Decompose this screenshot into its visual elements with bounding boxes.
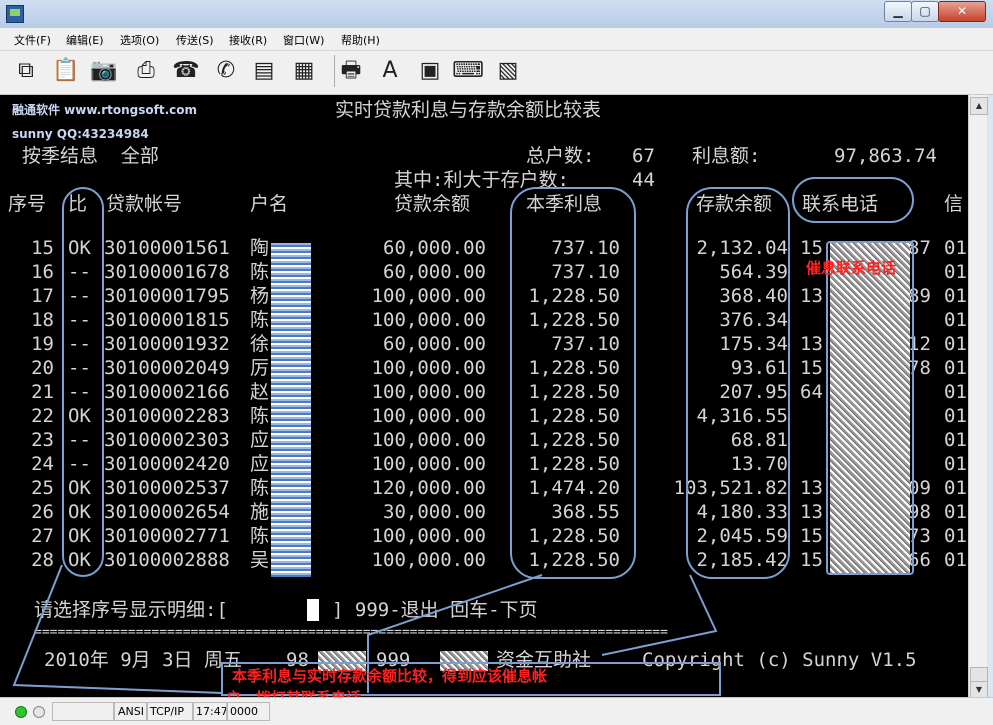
phone-connect-icon[interactable]: ☎	[170, 55, 202, 87]
keyboard-icon[interactable]: ⌨	[452, 55, 484, 87]
idle-led-icon	[33, 706, 45, 718]
menu-send[interactable]: 传送(S)	[176, 32, 214, 48]
arrow-deposit	[601, 574, 718, 656]
status-bar: ANSI TCP/IP 17:47 0000	[0, 697, 993, 725]
scroll-up-arrow[interactable]: ▲	[970, 97, 988, 115]
send-file-icon[interactable]: ▦	[288, 55, 320, 87]
minimize-button[interactable]: ▁	[884, 1, 912, 22]
title-bar[interactable]: ▁ ▢ ✕	[0, 0, 993, 28]
status-encoding: ANSI	[114, 702, 148, 721]
connected-led-icon	[15, 706, 27, 718]
font-icon[interactable]: A	[374, 55, 406, 87]
printer-icon[interactable]: ⎙	[130, 55, 162, 87]
menu-options[interactable]: 选项(O)	[120, 32, 159, 48]
terminal-screen[interactable]: 融通软件 www.rtongsoft.com sunny QQ:43234984…	[0, 95, 968, 697]
receive-file-icon[interactable]: ▤	[248, 55, 280, 87]
status-protocol: TCP/IP	[146, 702, 194, 721]
menu-help[interactable]: 帮助(H)	[341, 32, 380, 48]
terminal-app-icon[interactable]	[6, 5, 24, 23]
status-time: 17:47	[192, 702, 228, 721]
paste-icon[interactable]: 📋	[50, 55, 82, 87]
menu-bar: 文件(F) 编辑(E) 选项(O) 传送(S) 接收(R) 窗口(W) 帮助(H…	[0, 28, 993, 51]
menu-window[interactable]: 窗口(W)	[283, 32, 324, 48]
vertical-scrollbar[interactable]: ▲ ▼	[968, 95, 988, 699]
close-button[interactable]: ✕	[938, 1, 986, 22]
arrow-cmp	[12, 564, 223, 694]
copy-icon[interactable]: ⧉	[10, 55, 42, 87]
menu-file[interactable]: 文件(F)	[14, 32, 51, 48]
status-extra: 0000	[226, 702, 270, 721]
camera-icon[interactable]: 📷	[88, 55, 120, 87]
callout-note-2: 户，拨打其联系电话。	[226, 687, 376, 697]
callout-phone: 催息联系电话	[806, 259, 897, 277]
callout-note-1: 本季利息与实时存款余额比较，得到应该催息帐	[232, 667, 548, 685]
menu-edit[interactable]: 编辑(E)	[66, 32, 104, 48]
terminal-window: ▁ ▢ ✕ 文件(F) 编辑(E) 选项(O) 传送(S) 接收(R) 窗口(W…	[0, 0, 993, 725]
terminal-icon[interactable]: ▣	[414, 55, 446, 87]
maximize-button[interactable]: ▢	[911, 1, 939, 22]
status-cell-blank-1	[52, 702, 114, 721]
toolbar: ⧉ 📋 📷 ⎙ ☎ ✆ ▤ ▦ 🖶 A ▣ ⌨ ▧	[0, 51, 993, 95]
menu-receive[interactable]: 接收(R)	[229, 32, 267, 48]
annotation-arrows	[12, 564, 721, 696]
print-screen-icon[interactable]: 🖶	[334, 55, 367, 87]
capture-icon[interactable]: ▧	[492, 55, 524, 87]
phone-hangup-icon[interactable]: ✆	[210, 55, 242, 87]
